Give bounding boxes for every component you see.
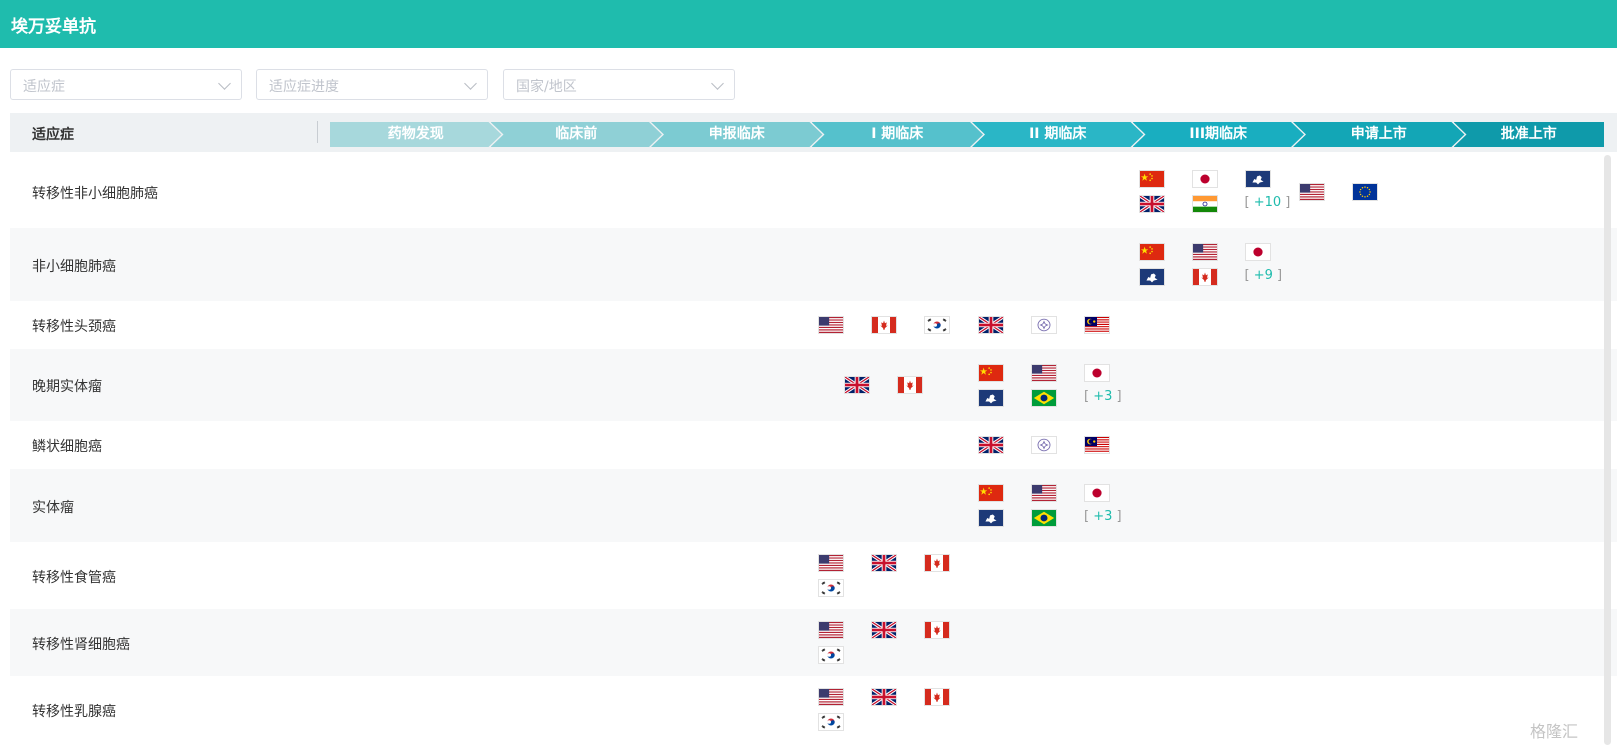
indication-filter-placeholder: 适应症 bbox=[23, 79, 65, 95]
table-row[interactable]: 鳞状细胞癌 bbox=[10, 421, 1617, 469]
stage-header-5: II 期临床 bbox=[972, 122, 1144, 147]
my-flag[interactable] bbox=[1084, 436, 1110, 454]
gb-flag[interactable] bbox=[978, 436, 1004, 454]
more-countries-link[interactable]: [ +10 ] bbox=[1245, 195, 1291, 210]
table-row[interactable]: 非小细胞肺癌 [ +9 ] bbox=[10, 228, 1617, 301]
ca-flag[interactable] bbox=[923, 621, 950, 639]
us-flag[interactable] bbox=[1031, 484, 1057, 502]
watermark-logo: 格隆汇 bbox=[1530, 722, 1579, 741]
cn-flag[interactable] bbox=[978, 364, 1004, 382]
br-flag[interactable] bbox=[1031, 389, 1057, 407]
kr-flag[interactable] bbox=[817, 579, 844, 597]
jp-flag[interactable] bbox=[1084, 364, 1110, 382]
stage-header-1: 药物发现 bbox=[330, 122, 502, 147]
chevron-down-icon bbox=[464, 77, 477, 90]
country-filter[interactable]: 国家/地区 bbox=[503, 69, 735, 100]
us-flag[interactable] bbox=[817, 621, 844, 639]
gb-flag[interactable] bbox=[870, 621, 897, 639]
indication-label[interactable]: 鳞状细胞癌 bbox=[32, 436, 102, 456]
indication-label[interactable]: 转移性非小细胞肺癌 bbox=[32, 183, 158, 203]
indication-label[interactable]: 转移性乳腺癌 bbox=[32, 701, 116, 721]
page-title: 埃万妥单抗 bbox=[11, 17, 96, 37]
kr-flag[interactable] bbox=[817, 646, 844, 664]
more-countries-link[interactable]: [ +3 ] bbox=[1084, 389, 1122, 404]
table-row[interactable]: 转移性乳腺癌 bbox=[10, 676, 1617, 743]
cn-flag[interactable] bbox=[1138, 243, 1165, 261]
kr-flag[interactable] bbox=[923, 316, 950, 334]
eu-flag[interactable] bbox=[1352, 183, 1378, 201]
more-count: +10 bbox=[1253, 195, 1282, 210]
more-countries-link[interactable]: [ +9 ] bbox=[1245, 268, 1283, 283]
my-flag[interactable] bbox=[1084, 316, 1110, 334]
gb-flag[interactable] bbox=[870, 688, 897, 706]
gb-flag[interactable] bbox=[1138, 195, 1165, 213]
table-row[interactable]: 实体瘤 [ +3 ] bbox=[10, 469, 1617, 542]
chevron-down-icon bbox=[711, 77, 724, 90]
indication-label[interactable]: 转移性头颈癌 bbox=[32, 316, 116, 336]
tw-flag[interactable] bbox=[1031, 316, 1057, 334]
stage-header-6: III期临床 bbox=[1133, 122, 1305, 147]
indication-label[interactable]: 转移性肾细胞癌 bbox=[32, 634, 130, 654]
kr-flag[interactable] bbox=[817, 713, 844, 731]
table-row[interactable]: 转移性食管癌 bbox=[10, 542, 1617, 609]
indication-column-header: 适应症 bbox=[32, 127, 74, 143]
eu-map-flag[interactable] bbox=[978, 389, 1004, 407]
us-flag[interactable] bbox=[1191, 243, 1218, 261]
us-flag[interactable] bbox=[817, 316, 844, 334]
gb-flag[interactable] bbox=[978, 316, 1004, 334]
stage-header-2: 临床前 bbox=[491, 122, 663, 147]
table-row[interactable]: 晚期实体瘤 [ +3 ] bbox=[10, 349, 1617, 421]
more-countries-link[interactable]: [ +3 ] bbox=[1084, 509, 1122, 524]
indication-label[interactable]: 实体瘤 bbox=[32, 497, 74, 517]
in-flag[interactable] bbox=[1191, 195, 1218, 213]
jp-flag[interactable] bbox=[1244, 243, 1271, 261]
table-row[interactable]: 转移性肾细胞癌 bbox=[10, 609, 1617, 676]
us-flag[interactable] bbox=[1031, 364, 1057, 382]
stage-header-7: 申请上市 bbox=[1293, 122, 1465, 147]
indication-label[interactable]: 非小细胞肺癌 bbox=[32, 256, 116, 276]
stage-header-8: 批准上市 bbox=[1453, 122, 1604, 147]
ca-flag[interactable] bbox=[923, 688, 950, 706]
indication-label[interactable]: 转移性食管癌 bbox=[32, 567, 116, 587]
indication-label[interactable]: 晚期实体瘤 bbox=[32, 376, 102, 396]
indication-filter[interactable]: 适应症 bbox=[10, 69, 242, 100]
ca-flag[interactable] bbox=[1191, 268, 1218, 286]
us-flag[interactable] bbox=[817, 554, 844, 572]
progress-filter[interactable]: 适应症进度 bbox=[256, 69, 488, 100]
gb-flag[interactable] bbox=[870, 554, 897, 572]
table-row[interactable]: 转移性非小细胞肺癌 [ +10 ] bbox=[10, 155, 1617, 228]
tw-flag[interactable] bbox=[1031, 436, 1057, 454]
br-flag[interactable] bbox=[1031, 509, 1057, 527]
us-flag[interactable] bbox=[1299, 183, 1325, 201]
eu-map-flag[interactable] bbox=[978, 509, 1004, 527]
progress-filter-placeholder: 适应症进度 bbox=[269, 79, 339, 95]
stage-header-4: I 期临床 bbox=[812, 122, 984, 147]
ca-flag[interactable] bbox=[896, 376, 923, 394]
more-count: +3 bbox=[1093, 389, 1113, 404]
more-count: +3 bbox=[1093, 509, 1113, 524]
table-row[interactable]: 转移性头颈癌 bbox=[10, 301, 1617, 349]
country-filter-placeholder: 国家/地区 bbox=[516, 79, 577, 95]
cn-flag[interactable] bbox=[978, 484, 1004, 502]
stage-header-3: 申报临床 bbox=[651, 122, 823, 147]
header-divider bbox=[317, 121, 318, 143]
more-count: +9 bbox=[1253, 268, 1273, 283]
us-flag[interactable] bbox=[817, 688, 844, 706]
top-bar: 埃万妥单抗 bbox=[0, 0, 1617, 48]
chevron-down-icon bbox=[218, 77, 231, 90]
ca-flag[interactable] bbox=[870, 316, 897, 334]
cn-flag[interactable] bbox=[1138, 170, 1165, 188]
ca-flag[interactable] bbox=[923, 554, 950, 572]
jp-flag[interactable] bbox=[1191, 170, 1218, 188]
eu-map-flag[interactable] bbox=[1138, 268, 1165, 286]
gb-flag[interactable] bbox=[843, 376, 870, 394]
eu-map-flag[interactable] bbox=[1244, 170, 1271, 188]
jp-flag[interactable] bbox=[1084, 484, 1110, 502]
vertical-scrollbar[interactable] bbox=[1604, 155, 1611, 745]
